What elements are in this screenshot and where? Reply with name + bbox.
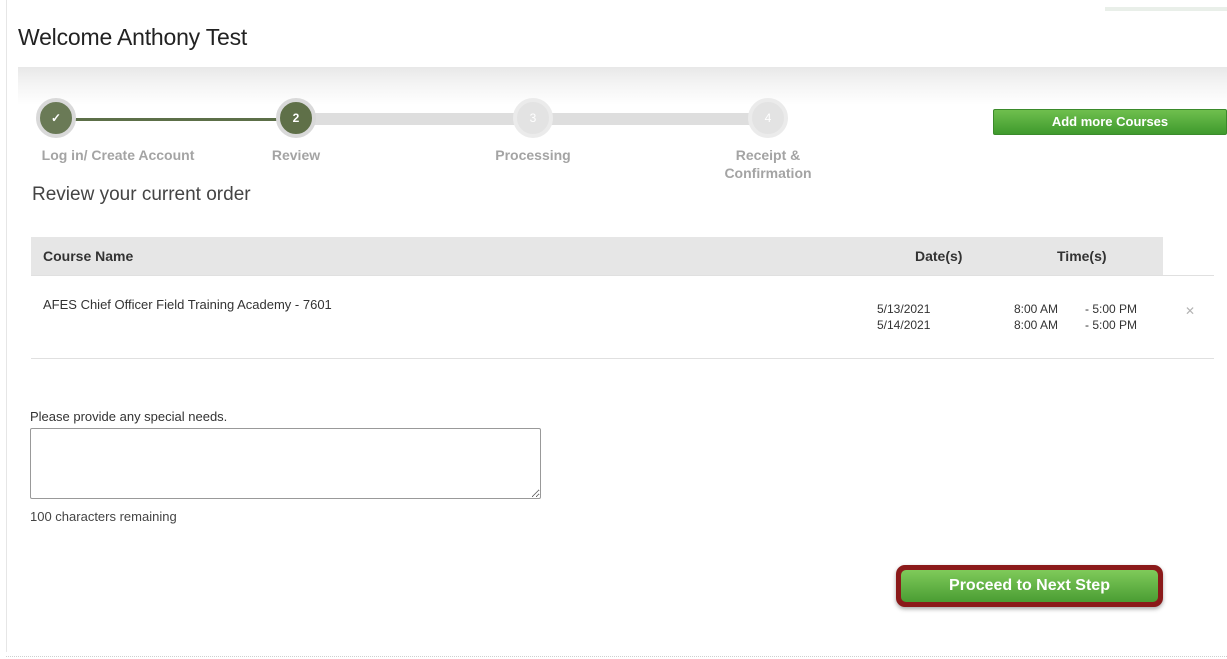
order-table-header: Course Name Date(s) Time(s) <box>31 237 1163 275</box>
add-more-courses-button[interactable]: Add more Courses <box>993 109 1227 135</box>
proceed-next-step-button[interactable]: Proceed to Next Step <box>901 570 1158 602</box>
page-left-border <box>6 0 7 652</box>
column-times: Time(s) <box>1057 248 1107 264</box>
course-name-cell: AFES Chief Officer Field Training Academ… <box>43 297 332 312</box>
step-4-circle: 4 <box>748 98 788 138</box>
proceed-highlight: Proceed to Next Step <box>896 565 1163 607</box>
column-dates: Date(s) <box>915 248 963 264</box>
special-needs-field[interactable] <box>30 428 541 499</box>
table-row-top-border <box>31 275 1214 276</box>
remove-course-icon[interactable]: ✕ <box>1184 305 1196 317</box>
date-2: 5/14/2021 <box>877 318 931 332</box>
step-1-label: Log in/ Create Account <box>41 147 195 163</box>
top-edge-tab <box>1105 7 1227 11</box>
step-3-circle: 3 <box>513 98 553 138</box>
order-section-title: Review your current order <box>32 184 251 205</box>
step-2-circle: 2 <box>276 98 316 138</box>
step-2-number: 2 <box>292 111 300 125</box>
end-time-2: - 5:00 PM <box>1085 318 1138 332</box>
start-time-2: 8:00 AM <box>1014 318 1059 332</box>
end-time-1: - 5:00 PM <box>1085 302 1138 316</box>
header-band <box>18 67 1227 105</box>
checkmark-icon: ✓ <box>50 111 62 125</box>
step-3-number: 3 <box>529 111 537 125</box>
column-course-name: Course Name <box>43 248 134 264</box>
step-4-number: 4 <box>764 111 772 125</box>
table-row-bottom-border <box>31 358 1214 359</box>
welcome-heading: Welcome Anthony Test <box>18 24 248 50</box>
page-bottom-border <box>6 656 1227 657</box>
step-4-label: Receipt & Confirmation <box>724 147 812 181</box>
special-needs-label: Please provide any special needs. <box>30 409 228 424</box>
start-time-1: 8:00 AM <box>1014 302 1059 316</box>
date-1: 5/13/2021 <box>877 302 931 316</box>
progress-track-completed <box>56 118 296 121</box>
step-1-circle: ✓ <box>36 98 76 138</box>
step-2-label: Review <box>271 147 321 163</box>
step-3-label: Processing <box>495 147 571 163</box>
characters-remaining: 100 characters remaining <box>30 509 177 524</box>
